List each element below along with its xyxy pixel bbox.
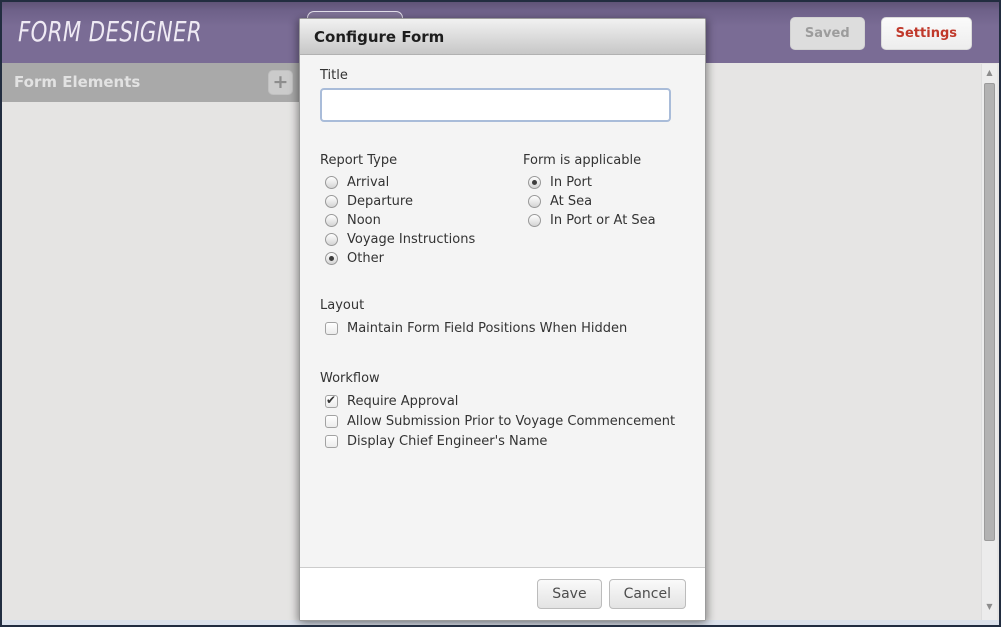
dialog-title: Configure Form: [300, 19, 705, 46]
radio-icon[interactable]: [528, 176, 541, 189]
layout-group: Layout ✔ Maintain Form Field Positions W…: [320, 298, 685, 338]
workflow-label: Workflow: [320, 371, 685, 386]
checkbox-option-allow-submission[interactable]: ✔ Allow Submission Prior to Voyage Comme…: [325, 411, 685, 431]
save-button[interactable]: Save: [537, 579, 601, 609]
checkbox-option-require-approval[interactable]: ✔ Require Approval: [325, 391, 685, 411]
app-title: FORM DESIGNER: [18, 15, 202, 48]
report-type-group: Report Type Arrival Departure Noon: [320, 153, 523, 268]
report-type-label: Report Type: [320, 153, 523, 168]
radio-option-label: Departure: [347, 194, 413, 209]
radio-option-label: Noon: [347, 213, 381, 228]
checkbox-option-label: Display Chief Engineer's Name: [347, 434, 547, 449]
sidebar-title: Form Elements: [2, 63, 299, 102]
checkbox-option-display-chief-engineer[interactable]: ✔ Display Chief Engineer's Name: [325, 431, 685, 451]
radio-option-departure[interactable]: Departure: [325, 192, 523, 211]
radio-icon[interactable]: [325, 176, 338, 189]
radio-icon[interactable]: [325, 252, 338, 265]
radio-icon[interactable]: [325, 233, 338, 246]
header-buttons: Saved Settings: [790, 17, 972, 50]
layout-label: Layout: [320, 298, 685, 313]
cancel-button[interactable]: Cancel: [609, 579, 686, 609]
radio-option-label: In Port: [550, 175, 592, 190]
radio-option-label: At Sea: [550, 194, 592, 209]
radio-columns: Report Type Arrival Departure Noon: [320, 153, 685, 268]
configure-form-dialog: Configure Form Title Report Type Arrival…: [299, 18, 706, 621]
radio-option-noon[interactable]: Noon: [325, 211, 523, 230]
scrollbar-thumb[interactable]: [984, 83, 995, 541]
sidebar-header: Form Elements +: [2, 63, 299, 102]
app-window: FORM DESIGNER Saved Settings Form Elemen…: [0, 0, 1001, 627]
plus-icon: +: [273, 71, 289, 93]
dialog-footer: Save Cancel: [300, 567, 705, 620]
checkbox-icon[interactable]: ✔: [325, 415, 338, 428]
radio-option-label: Arrival: [347, 175, 389, 190]
checkbox-icon[interactable]: ✔: [325, 322, 338, 335]
radio-option-in-port[interactable]: In Port: [528, 173, 685, 192]
radio-option-arrival[interactable]: Arrival: [325, 173, 523, 192]
vertical-scrollbar[interactable]: ▲ ▼: [981, 64, 997, 620]
settings-button[interactable]: Settings: [881, 17, 972, 50]
workflow-group: Workflow ✔ Require Approval ✔ Allow Subm…: [320, 371, 685, 451]
saved-button[interactable]: Saved: [790, 17, 865, 50]
checkbox-icon[interactable]: ✔: [325, 435, 338, 448]
applicable-label: Form is applicable: [523, 153, 685, 168]
radio-option-label: Voyage Instructions: [347, 232, 475, 247]
check-icon: ✔: [326, 393, 336, 407]
radio-icon[interactable]: [325, 214, 338, 227]
checkbox-option-label: Allow Submission Prior to Voyage Commenc…: [347, 414, 675, 429]
dialog-titlebar[interactable]: Configure Form: [300, 19, 705, 55]
radio-option-other[interactable]: Other: [325, 249, 523, 268]
radio-option-at-sea[interactable]: At Sea: [528, 192, 685, 211]
scroll-up-icon[interactable]: ▲: [982, 66, 997, 80]
radio-option-voyage-instructions[interactable]: Voyage Instructions: [325, 230, 523, 249]
checkbox-option-maintain-positions[interactable]: ✔ Maintain Form Field Positions When Hid…: [325, 318, 685, 338]
sidebar-panel: [2, 102, 299, 620]
title-input[interactable]: [320, 88, 671, 122]
dialog-body: Title Report Type Arrival Departure: [300, 55, 705, 451]
checkbox-option-label: Require Approval: [347, 394, 458, 409]
checkbox-option-label: Maintain Form Field Positions When Hidde…: [347, 321, 627, 336]
radio-icon[interactable]: [528, 195, 541, 208]
radio-option-in-port-or-at-sea[interactable]: In Port or At Sea: [528, 211, 685, 230]
radio-icon[interactable]: [325, 195, 338, 208]
applicable-group: Form is applicable In Port At Sea In Por…: [523, 153, 685, 268]
scroll-down-icon[interactable]: ▼: [982, 600, 997, 614]
radio-option-label: Other: [347, 251, 384, 266]
add-element-button[interactable]: +: [268, 70, 293, 95]
radio-icon[interactable]: [528, 214, 541, 227]
title-field-label: Title: [320, 68, 685, 83]
checkbox-icon[interactable]: ✔: [325, 395, 338, 408]
radio-option-label: In Port or At Sea: [550, 213, 656, 228]
